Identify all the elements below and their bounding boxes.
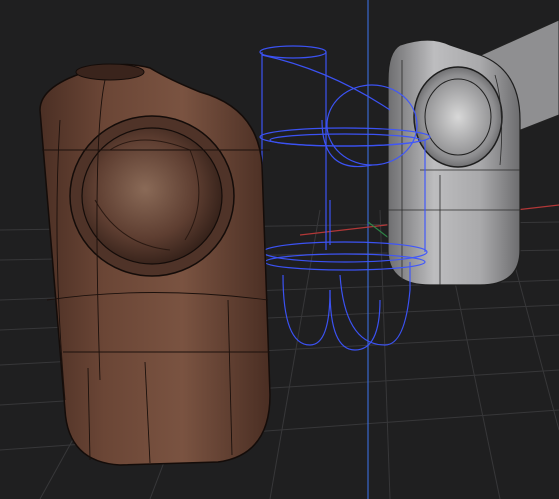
brown-shaded-model[interactable]	[39, 63, 271, 466]
viewport-canvas[interactable]	[0, 0, 559, 499]
brown-model-top-cap	[75, 63, 145, 81]
3d-viewport[interactable]	[0, 0, 559, 499]
brown-model-hole	[81, 127, 223, 265]
gray-model-hole	[413, 66, 503, 168]
gray-shaded-model[interactable]	[387, 19, 559, 286]
